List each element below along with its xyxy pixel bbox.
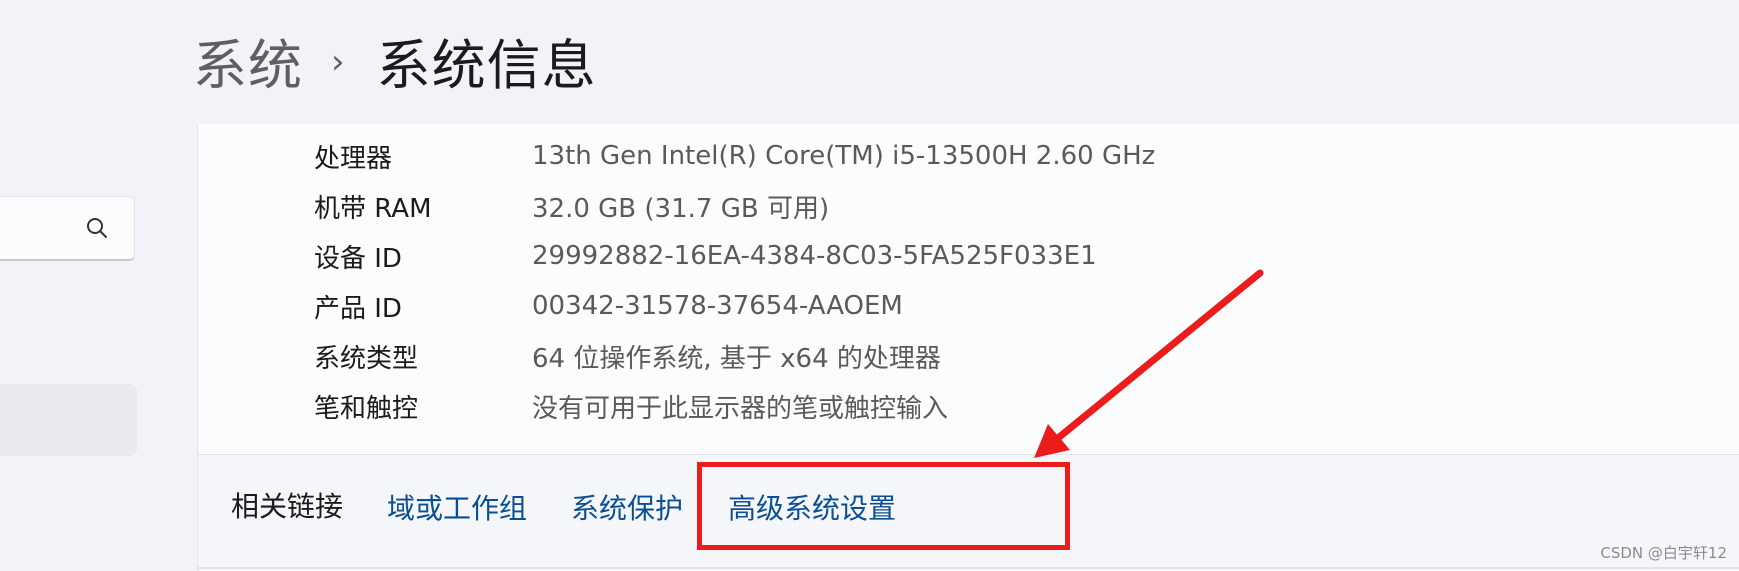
spec-value: 64 位操作系统, 基于 x64 的处理器 [532, 343, 941, 374]
sidebar-item-selected[interactable] [0, 384, 137, 456]
spec-row-system-type: 系统类型 64 位操作系统, 基于 x64 的处理器 [314, 336, 941, 376]
spec-label: 设备 ID [314, 243, 402, 274]
spec-value: 00342-31578-37654-AAOEM [532, 291, 903, 321]
system-protection-link[interactable]: 系统保护 [571, 487, 683, 527]
divider [197, 567, 1739, 569]
spec-label: 机带 RAM [314, 193, 432, 224]
search-icon[interactable] [86, 217, 108, 239]
spec-row-product-id: 产品 ID 00342-31578-37654-AAOEM [314, 286, 903, 326]
spec-row-device-id: 设备 ID 29992882-16EA-4384-8C03-5FA525F033… [314, 236, 1097, 276]
spec-value: 32.0 GB (31.7 GB 可用) [532, 193, 830, 224]
spec-label: 产品 ID [314, 293, 402, 324]
annotation-highlight-box [697, 462, 1070, 550]
breadcrumb-parent-system[interactable]: 系统 [193, 21, 303, 100]
watermark: CSDN @白宇轩12 [1600, 544, 1727, 562]
spec-value: 29992882-16EA-4384-8C03-5FA525F033E1 [532, 241, 1097, 271]
related-links-label: 相关链接 [231, 490, 344, 523]
domain-or-workgroup-link[interactable]: 域或工作组 [387, 487, 527, 527]
spec-value: 13th Gen Intel(R) Core(TM) i5-13500H 2.6… [532, 141, 1156, 171]
page-title: 系统信息 [376, 33, 597, 97]
spec-label: 笔和触控 [314, 393, 419, 424]
spec-value: 没有可用于此显示器的笔或触控输入 [532, 393, 949, 424]
spec-label: 系统类型 [314, 343, 419, 374]
breadcrumb: 系统 › 系统信息 [193, 20, 597, 100]
spec-row-ram: 机带 RAM 32.0 GB (31.7 GB 可用) [314, 186, 829, 226]
spec-row-pen-touch: 笔和触控 没有可用于此显示器的笔或触控输入 [314, 386, 948, 426]
device-specifications-card: 处理器 13th Gen Intel(R) Core(TM) i5-13500H… [197, 124, 1739, 455]
spec-row-processor: 处理器 13th Gen Intel(R) Core(TM) i5-13500H… [314, 136, 1155, 176]
chevron-right-icon: › [331, 42, 345, 82]
spec-label: 处理器 [314, 143, 393, 174]
search-input[interactable] [0, 196, 135, 261]
